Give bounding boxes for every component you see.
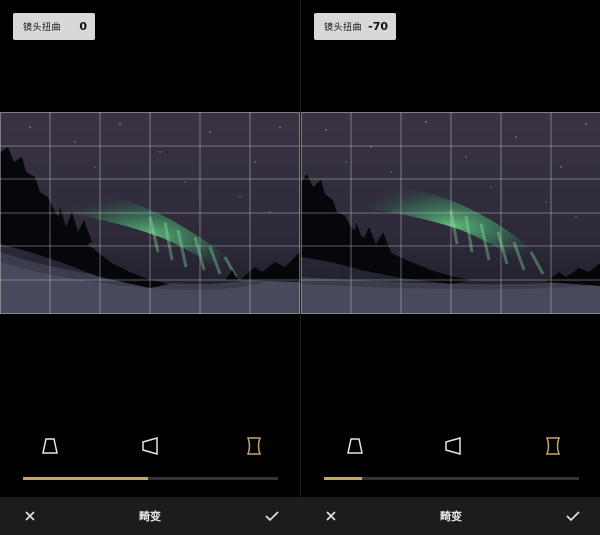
distortion-value-badge: 镜头扭曲 0 [13, 13, 95, 40]
lens-distortion-icon[interactable] [242, 434, 266, 458]
trapezoid-vertical-icon[interactable] [38, 434, 62, 458]
checkmark-icon[interactable] [260, 504, 284, 528]
transform-tools [0, 434, 300, 458]
distortion-slider[interactable] [23, 477, 278, 480]
photo-canvas[interactable] [301, 112, 600, 314]
lens-distortion-icon[interactable] [541, 434, 565, 458]
aurora-photo [0, 112, 300, 314]
slider-fill [23, 477, 148, 480]
slider-fill [324, 477, 363, 480]
bottom-action-bar: 畸变 [0, 497, 300, 535]
distortion-value-badge: 镜头扭曲 -70 [314, 13, 396, 40]
tool-title: 畸变 [440, 510, 462, 523]
bottom-action-bar: 畸变 [301, 497, 600, 535]
transform-tools [301, 434, 600, 458]
trapezoid-horizontal-icon[interactable] [441, 434, 465, 458]
photo-canvas[interactable] [0, 112, 300, 314]
distortion-slider[interactable] [324, 477, 579, 480]
badge-label: 镜头扭曲 [324, 23, 363, 33]
comparison-screenshot: 镜头扭曲 0 畸变 镜头扭曲 -70 畸变 [0, 0, 600, 535]
checkmark-icon[interactable] [561, 504, 585, 528]
trapezoid-vertical-icon[interactable] [343, 434, 367, 458]
badge-value: 0 [79, 20, 87, 33]
aurora-photo [301, 112, 600, 314]
editor-panel-right: 镜头扭曲 -70 畸变 [301, 0, 600, 535]
tool-title: 畸变 [139, 510, 161, 523]
badge-label: 镜头扭曲 [23, 23, 62, 33]
badge-value: -70 [368, 20, 388, 33]
editor-panel-left: 镜头扭曲 0 畸变 [0, 0, 300, 535]
trapezoid-horizontal-icon[interactable] [138, 434, 162, 458]
